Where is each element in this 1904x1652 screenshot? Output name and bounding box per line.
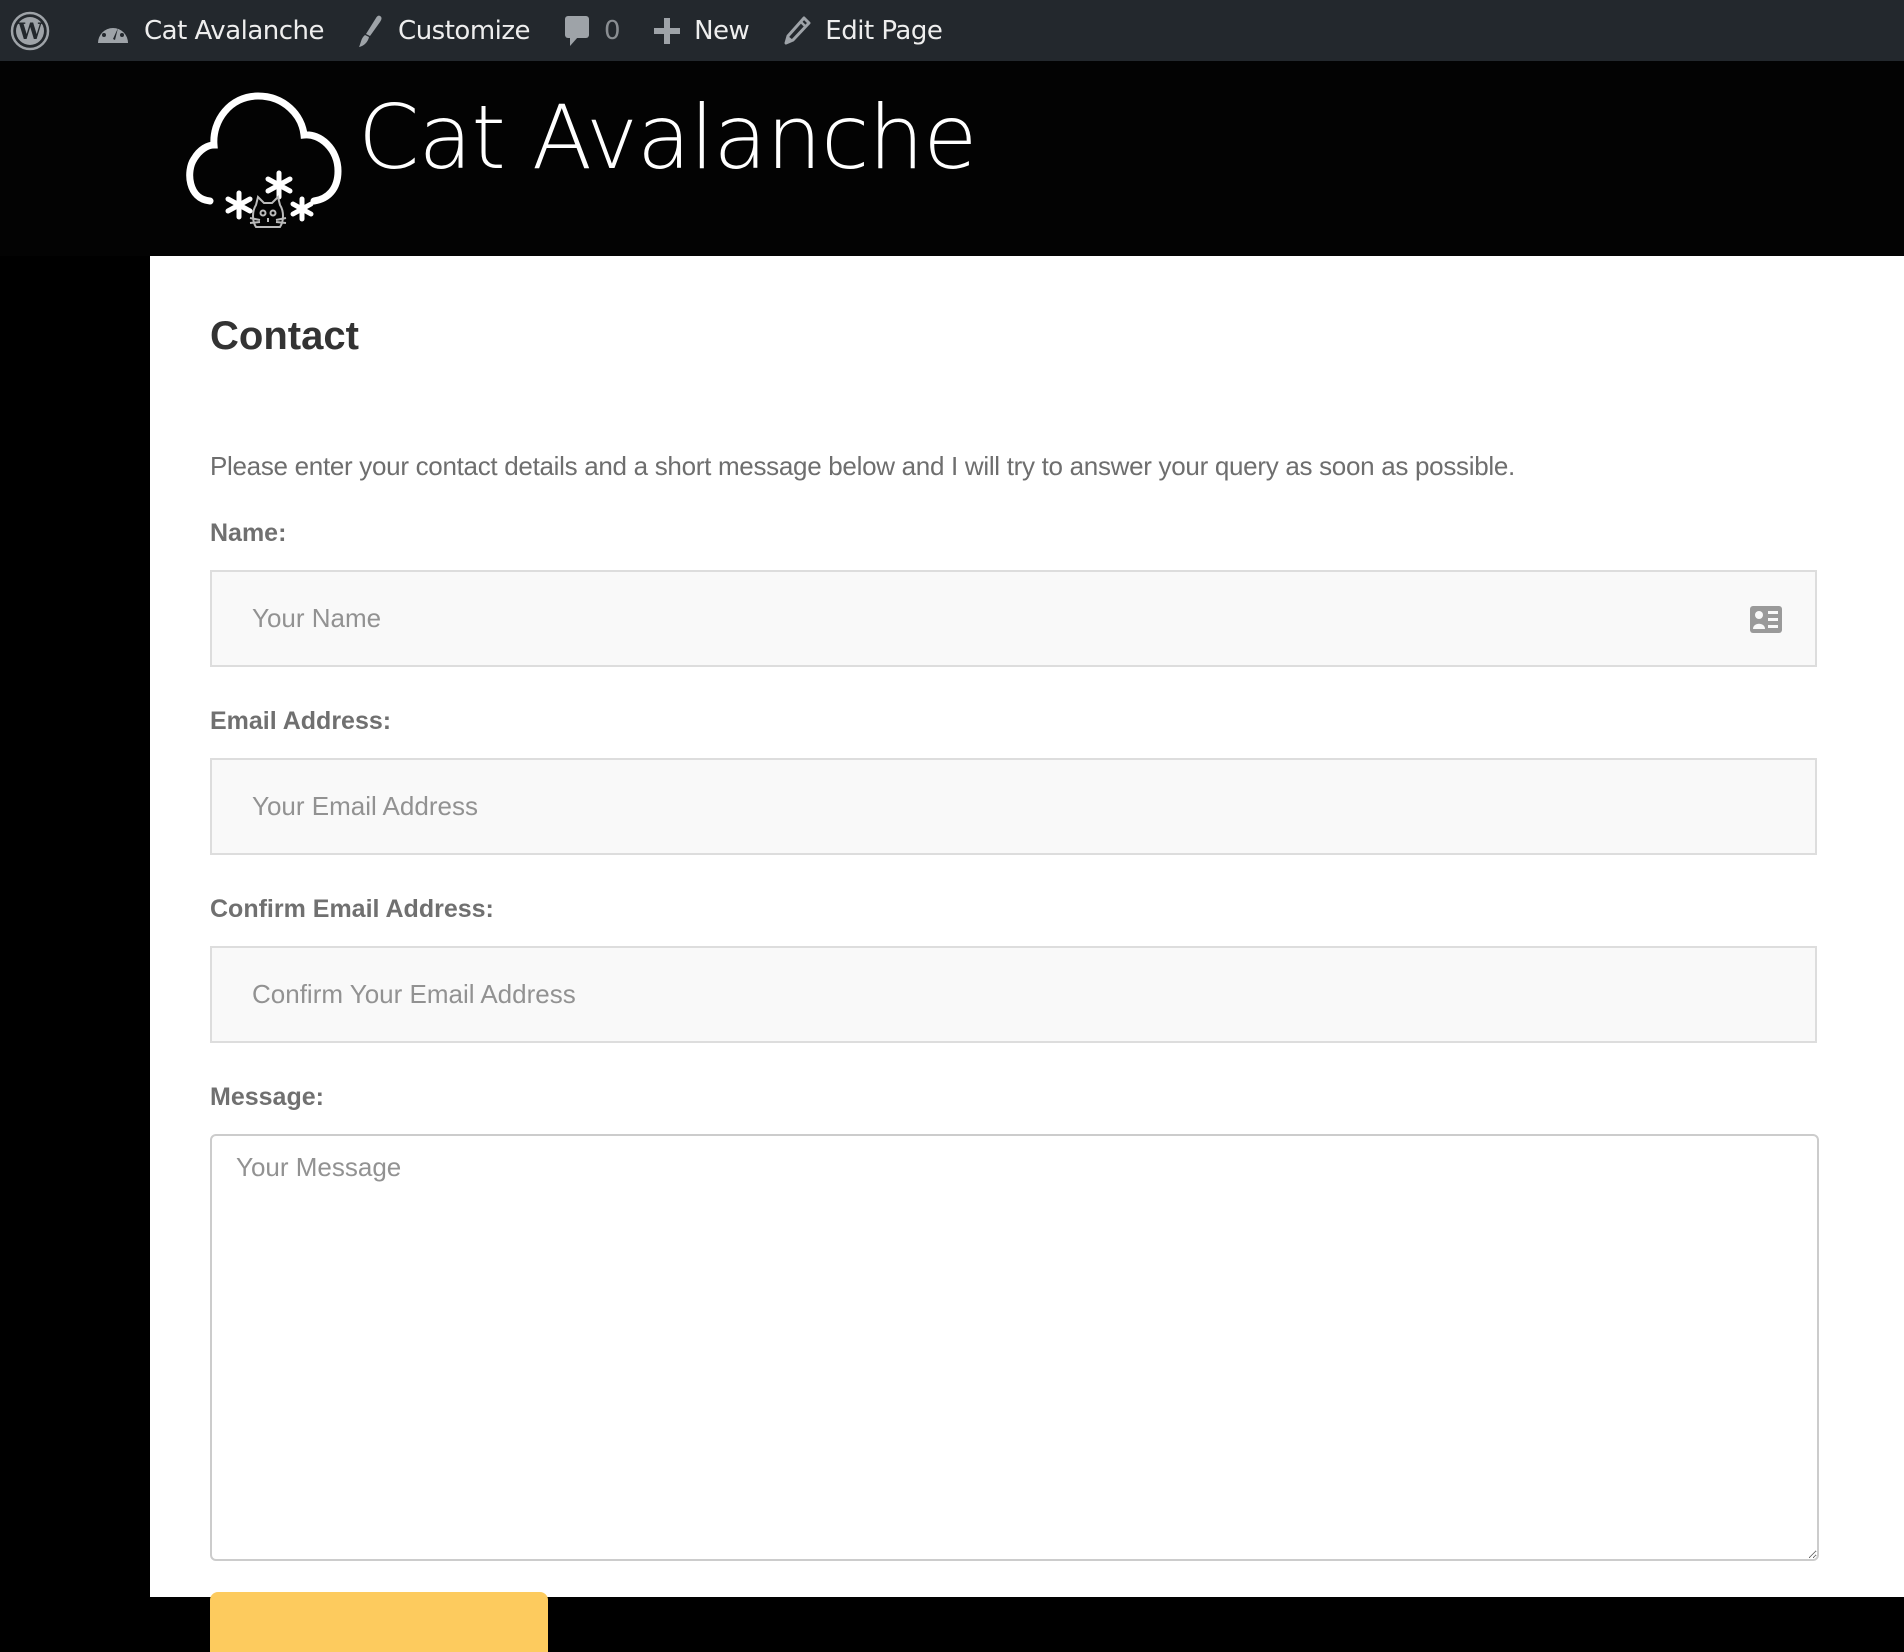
- page-content: Contact Please enter your contact detail…: [150, 256, 1904, 1652]
- wordpress-logo-icon: W: [10, 11, 50, 51]
- new-label: New: [694, 15, 750, 46]
- contact-card-icon: [1750, 606, 1782, 638]
- page-title: Contact: [210, 314, 359, 358]
- confirm-email-field[interactable]: [210, 946, 1817, 1043]
- site-header: Cat Avalanche: [0, 61, 1904, 256]
- comments-link[interactable]: 0: [564, 0, 621, 61]
- email-label: Email Address:: [210, 707, 392, 735]
- wordpress-menu[interactable]: W: [10, 0, 64, 61]
- plus-icon: [654, 17, 681, 45]
- admin-bar: W Cat Avalanche Customize 0 New Edit Pag…: [0, 0, 1904, 61]
- name-input[interactable]: [212, 572, 1815, 665]
- edit-page-link[interactable]: Edit Page: [783, 0, 943, 61]
- email-field[interactable]: [210, 758, 1817, 855]
- pencil-icon: [783, 16, 811, 46]
- comments-count: 0: [604, 15, 621, 46]
- confirm-email-input[interactable]: [212, 948, 1815, 1041]
- message-textarea[interactable]: [212, 1136, 1817, 1559]
- site-name-link[interactable]: Cat Avalanche: [96, 0, 325, 61]
- svg-text:W: W: [17, 19, 43, 45]
- intro-text: Please enter your contact details and a …: [210, 451, 1515, 481]
- confirm-email-label: Confirm Email Address:: [210, 895, 494, 923]
- edit-page-label: Edit Page: [825, 15, 943, 46]
- submit-button[interactable]: [210, 1592, 548, 1652]
- name-label: Name:: [210, 519, 287, 547]
- site-title[interactable]: Cat Avalanche: [358, 85, 977, 191]
- snow-cloud-cat-logo[interactable]: [180, 71, 345, 231]
- message-label: Message:: [210, 1083, 324, 1111]
- paintbrush-icon: [356, 14, 384, 48]
- email-input[interactable]: [212, 760, 1815, 853]
- customize-label: Customize: [398, 15, 531, 46]
- dashboard-gauge-icon: [96, 17, 130, 45]
- message-field[interactable]: [210, 1134, 1819, 1561]
- site-name-label: Cat Avalanche: [144, 15, 325, 46]
- customize-link[interactable]: Customize: [356, 0, 531, 61]
- comment-bubble-icon: [564, 14, 590, 48]
- name-field[interactable]: [210, 570, 1817, 667]
- new-content-link[interactable]: New: [654, 0, 750, 61]
